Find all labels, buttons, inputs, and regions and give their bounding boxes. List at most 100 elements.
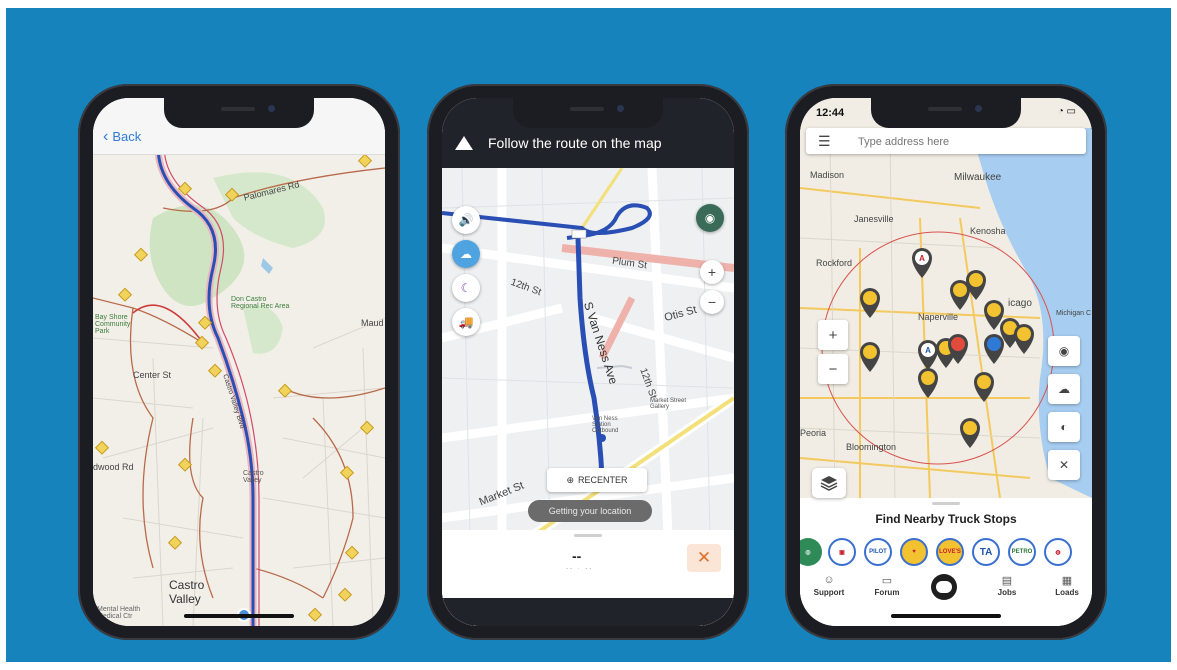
tools-icon: ✕	[1058, 458, 1070, 472]
phone-truck-stops: A A 12:44 ◔ ▭ ☰ Type address here Madiso…	[785, 84, 1107, 640]
eta-value: --	[572, 548, 582, 564]
tab-support[interactable]: ☺ Support	[804, 574, 854, 597]
tab-loads[interactable]: ▦ Loads	[1042, 574, 1092, 597]
back-button[interactable]: ‹ Back	[103, 128, 141, 146]
minus-icon: −	[707, 294, 717, 310]
map-zoom-out-button[interactable]: −	[818, 354, 848, 384]
bottom-strip	[442, 598, 734, 626]
phone-notch	[513, 98, 663, 128]
plus-icon: +	[828, 326, 838, 344]
phone-notch	[164, 98, 314, 128]
label-van-ness-station: Van Ness Station Outbound	[592, 416, 619, 434]
map-zoom-in-button[interactable]: +	[818, 320, 848, 350]
camera-icon: ◐	[1060, 420, 1068, 434]
people-icon: ☺	[823, 574, 835, 586]
label-don-castro: Don Castro Regional Rec Area	[231, 296, 290, 310]
camera-layer-button[interactable]: ◐	[1048, 412, 1080, 442]
phone-notch	[871, 98, 1021, 128]
recenter-button[interactable]: ⊕ RECENTER	[547, 468, 647, 492]
speed-limit-button[interactable]: ◉	[696, 204, 724, 232]
address-search-bar: ☰	[806, 128, 1086, 154]
speaker-icon: 🔊	[458, 213, 474, 227]
navigation-arrow-icon	[455, 136, 473, 150]
label-castro-valley-small: Castro Valley	[243, 470, 264, 484]
end-route-button[interactable]: ✕	[687, 544, 721, 572]
label-maud: Maud	[361, 318, 384, 328]
status-time: 12:44	[816, 107, 845, 119]
tab-jobs[interactable]: ▤ Jobs	[982, 574, 1032, 597]
location-target-icon: ◉	[1058, 344, 1070, 358]
truck-stop-panel: Find Nearby Truck Stops ◎ ▣ PILOT ♥ LOVE…	[800, 498, 1092, 626]
home-indicator	[891, 614, 1001, 618]
crosshair-icon: ⊕	[566, 474, 575, 485]
weather-button[interactable]: ☁	[452, 240, 480, 268]
my-location-button[interactable]: ◉	[1048, 336, 1080, 366]
city-milwaukee: Milwaukee	[954, 172, 1002, 183]
svg-text:A: A	[925, 346, 931, 355]
city-peoria: Peoria	[800, 428, 827, 438]
phone2-screen: Plum St 12th St Otis St S Van Ness Ave 1…	[442, 98, 734, 626]
moon-icon: ☾	[460, 281, 472, 295]
minus-icon: −	[828, 360, 838, 378]
zoom-out-button[interactable]: −	[700, 290, 724, 314]
address-search-input[interactable]	[856, 132, 1060, 152]
drag-handle[interactable]	[574, 534, 602, 537]
label-mental-health: Mental Health Medical Ctr	[97, 606, 141, 620]
plus-icon: +	[707, 264, 717, 280]
weather-layer-button[interactable]: ☁	[1048, 374, 1080, 404]
phone-route-map: Palomares Rd Don Castro Regional Rec Are…	[78, 84, 400, 640]
city-bloomington: Bloomington	[846, 442, 897, 452]
tab-forum[interactable]: ▭ Forum	[862, 574, 912, 597]
city-naperville: Naperville	[918, 312, 959, 322]
brand-filter-more[interactable]: ◍	[1044, 538, 1072, 566]
brand-filter-petro[interactable]: PETRO	[1008, 538, 1036, 566]
city-chicago: icago	[1008, 298, 1032, 309]
label-market-gallery: Market Street Gallery	[650, 398, 687, 410]
home-indicator	[184, 614, 294, 618]
brand-filter-loves[interactable]: LOVE'S	[936, 538, 964, 566]
route-map[interactable]	[93, 98, 385, 626]
city-kenosha: Kenosha	[970, 226, 1006, 236]
brand-filter-generic[interactable]: ◎	[800, 538, 822, 566]
briefcase-icon: ▤	[1001, 575, 1013, 587]
svg-text:A: A	[919, 254, 925, 263]
city-michigan: Michigan C	[1056, 310, 1092, 317]
layers-icon	[820, 476, 838, 491]
label-bay-shore: Bay Shore Community Park	[95, 314, 131, 335]
truck-mode-button[interactable]: 🚚	[452, 308, 480, 336]
city-rockford: Rockford	[816, 258, 853, 268]
label-center-st: Center St	[133, 370, 172, 380]
zoom-in-button[interactable]: +	[700, 260, 724, 284]
camera-icon: ◉	[704, 211, 716, 225]
close-icon: ✕	[696, 548, 712, 567]
brand-filter-kwik[interactable]: ▣	[828, 538, 856, 566]
night-mode-button[interactable]: ☾	[452, 274, 480, 302]
brand-filter-pilot[interactable]: PILOT	[864, 538, 892, 566]
find-truck-stops-heading: Find Nearby Truck Stops	[875, 512, 1017, 526]
back-label: Back	[112, 129, 142, 144]
loads-icon: ▦	[1061, 575, 1073, 587]
map-layers-button[interactable]	[812, 468, 846, 498]
label-redwood-rd: dwood Rd	[93, 462, 134, 472]
weather-icon: ☁	[460, 247, 472, 261]
truck-icon	[936, 581, 952, 593]
drag-handle[interactable]	[932, 502, 960, 505]
tools-button[interactable]: ✕	[1048, 450, 1080, 480]
city-janesville: Janesville	[854, 214, 894, 224]
phone3-screen: A A 12:44 ◔ ▭ ☰ Type address here Madiso…	[800, 98, 1092, 626]
header-title: Follow the route on the map	[488, 135, 662, 151]
hamburger-menu-icon[interactable]: ☰	[818, 133, 831, 150]
eta-details: -- · --	[566, 566, 594, 572]
recenter-label: RECENTER	[578, 475, 628, 485]
chevron-left-icon: ‹	[103, 128, 109, 145]
sound-button[interactable]: 🔊	[452, 206, 480, 234]
brand-filter-ta[interactable]: TA	[972, 538, 1000, 566]
brand-filter-row: ◎ ▣ PILOT ♥ LOVE'S TA PETRO ◍	[800, 538, 1092, 568]
city-madison: Madison	[810, 170, 845, 180]
tab-truck-home[interactable]	[931, 574, 957, 600]
phone1-screen: Palomares Rd Don Castro Regional Rec Are…	[93, 98, 385, 626]
brand-filter-loves-a[interactable]: ♥	[900, 538, 928, 566]
location-toast: Getting your location	[528, 500, 652, 522]
bottom-tab-bar: ☺ Support ▭ Forum ▤ Jobs ▦ Loads	[800, 574, 1092, 606]
label-castro-valley: Castro Valley	[169, 578, 205, 606]
